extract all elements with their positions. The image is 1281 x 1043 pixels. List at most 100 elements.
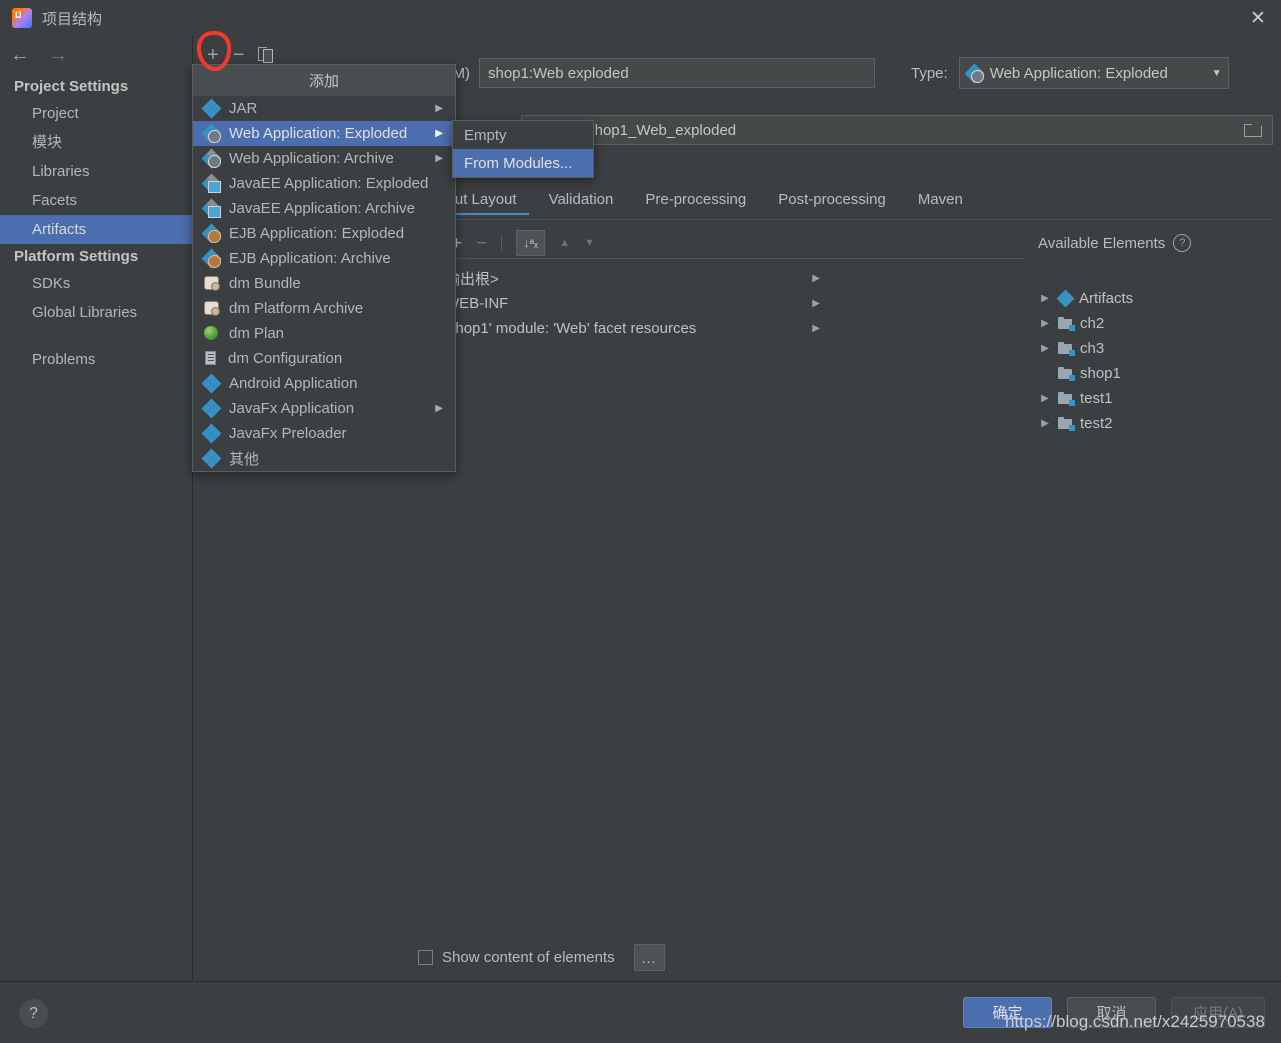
- artifact-name-input[interactable]: [479, 58, 875, 88]
- available-item-label: shop1: [1080, 365, 1121, 382]
- sidebar-item-problems[interactable]: Problems: [0, 345, 192, 374]
- available-elements-tree: ▶ Artifacts ▶ ch2 ▶ ch3 shop1 ▶ test1 ▶ …: [1038, 286, 1281, 436]
- triangle-right-icon: ▶: [435, 128, 443, 139]
- sidebar-item-artifacts[interactable]: Artifacts: [0, 215, 192, 244]
- menu-item-dm-platform-archive[interactable]: dm Platform Archive: [193, 296, 455, 321]
- triangle-right-icon[interactable]: ▶: [812, 298, 820, 309]
- menu-item-label: JavaEE Application: Exploded: [229, 175, 429, 192]
- minus-icon[interactable]: −: [233, 45, 245, 65]
- menu-item-ejb-application-archive[interactable]: EJB Application: Archive: [193, 246, 455, 271]
- list-item[interactable]: shop1: [1038, 361, 1281, 386]
- menu-item-javaee-application-exploded[interactable]: JavaEE Application: Exploded: [193, 171, 455, 196]
- triangle-right-icon[interactable]: ▶: [1038, 293, 1052, 304]
- sidebar-group-platform-settings: Platform Settings: [14, 248, 139, 265]
- add-menu-title: 添加: [193, 65, 455, 96]
- menu-item-other[interactable]: 其他: [193, 446, 455, 471]
- more-options-button[interactable]: ...: [633, 944, 665, 971]
- tree-row[interactable]: WEB-INF ▶: [425, 291, 820, 316]
- artifact-tabs: utput Layout Validation Pre-processing P…: [418, 188, 1273, 220]
- list-item[interactable]: ▶ test2: [1038, 411, 1281, 436]
- show-content-checkbox[interactable]: [418, 950, 433, 965]
- artifact-type-select[interactable]: Web Application: Exploded ▼: [958, 57, 1229, 89]
- question-circle-icon[interactable]: ?: [1173, 234, 1192, 252]
- arrow-right-icon[interactable]: →: [48, 45, 68, 65]
- submenu-item-from-modules[interactable]: From Modules...: [453, 149, 593, 177]
- plus-icon[interactable]: +: [207, 45, 219, 65]
- menu-item-label: dm Configuration: [228, 350, 343, 367]
- menu-item-label: JavaFx Preloader: [229, 425, 347, 442]
- module-folder-icon: [1058, 417, 1075, 431]
- module-folder-icon: [1058, 392, 1075, 406]
- folder-icon[interactable]: [1244, 123, 1262, 137]
- bottom-strip: [0, 1036, 1281, 1042]
- sidebar-item-project[interactable]: Project: [0, 99, 192, 128]
- module-folder-icon: [1058, 367, 1075, 381]
- submenu-item-empty[interactable]: Empty: [453, 121, 593, 149]
- triangle-right-icon[interactable]: ▶: [1038, 343, 1052, 354]
- menu-item-jar[interactable]: JAR ▶: [193, 96, 455, 121]
- toolbar-rule: [425, 258, 1025, 259]
- window-title: 项目结构: [42, 10, 103, 28]
- title-bar: 项目结构 ✕: [0, 0, 1281, 36]
- menu-item-label: JavaEE Application: Archive: [229, 200, 415, 217]
- tab-post-processing[interactable]: Post-processing: [762, 188, 902, 216]
- javaee-archive-icon: [201, 198, 222, 219]
- menu-item-ejb-application-exploded[interactable]: EJB Application: Exploded: [193, 221, 455, 246]
- tab-pre-processing[interactable]: Pre-processing: [629, 188, 762, 216]
- triangle-right-icon[interactable]: ▶: [1038, 318, 1052, 329]
- menu-item-web-application-exploded[interactable]: Web Application: Exploded ▶: [193, 121, 455, 146]
- menu-item-javafx-preloader[interactable]: JavaFx Preloader: [193, 421, 455, 446]
- tree-row[interactable]: 输出根> ▶: [425, 266, 820, 291]
- sidebar-item-global-libraries[interactable]: Global Libraries: [0, 298, 192, 327]
- menu-item-label: EJB Application: Exploded: [229, 225, 405, 242]
- help-button[interactable]: ?: [19, 999, 48, 1028]
- minus-icon: −: [476, 232, 488, 254]
- module-folder-icon: [1058, 342, 1075, 356]
- sidebar-item-sdks[interactable]: SDKs: [0, 269, 192, 298]
- menu-item-label: JAR: [229, 100, 258, 117]
- output-directory-input[interactable]: artifacts\shop1_Web_exploded: [521, 115, 1273, 145]
- dm-configuration-icon: [203, 351, 219, 366]
- menu-item-label: EJB Application: Archive: [229, 250, 391, 267]
- menu-item-dm-bundle[interactable]: dm Bundle: [193, 271, 455, 296]
- ejb-archive-icon: [201, 248, 222, 269]
- menu-item-label: dm Platform Archive: [229, 300, 364, 317]
- sidebar-item-libraries[interactable]: Libraries: [0, 157, 192, 186]
- tab-validation[interactable]: Validation: [533, 188, 630, 216]
- intellij-idea-logo: [12, 8, 32, 28]
- menu-item-label: JavaFx Application: [229, 400, 355, 417]
- triangle-right-icon: ▶: [435, 153, 443, 164]
- arrow-left-icon[interactable]: ←: [10, 45, 30, 65]
- dm-plan-icon: [203, 326, 220, 341]
- menu-item-dm-configuration[interactable]: dm Configuration: [193, 346, 455, 371]
- copy-icon[interactable]: [258, 47, 274, 63]
- triangle-right-icon[interactable]: ▶: [1038, 393, 1052, 404]
- triangle-right-icon[interactable]: ▶: [812, 273, 820, 284]
- sidebar-item-facets[interactable]: Facets: [0, 186, 192, 215]
- available-item-label: ch3: [1080, 340, 1105, 357]
- sidebar-group-project-settings: Project Settings: [14, 78, 129, 95]
- tab-maven[interactable]: Maven: [902, 188, 979, 216]
- triangle-right-icon: ▶: [435, 103, 443, 114]
- tree-row[interactable]: 'shop1' module: 'Web' facet resources ▶: [425, 316, 820, 341]
- list-item[interactable]: ▶ ch2: [1038, 311, 1281, 336]
- javafx-preloader-icon: [201, 423, 222, 444]
- triangle-right-icon[interactable]: ▶: [812, 323, 820, 334]
- menu-item-dm-plan[interactable]: dm Plan: [193, 321, 455, 346]
- ejb-exploded-icon: [201, 223, 222, 244]
- menu-item-javaee-application-archive[interactable]: JavaEE Application: Archive: [193, 196, 455, 221]
- menu-item-web-application-archive[interactable]: Web Application: Archive ▶: [193, 146, 455, 171]
- jar-icon: [201, 98, 222, 119]
- sort-az-icon[interactable]: ↓ᵃₓ: [516, 230, 546, 256]
- close-icon[interactable]: ✕: [1235, 0, 1281, 36]
- triangle-right-icon[interactable]: ▶: [1038, 418, 1052, 429]
- list-item[interactable]: ▶ test1: [1038, 386, 1281, 411]
- output-directory-value: artifacts\shop1_Web_exploded: [530, 121, 737, 139]
- menu-item-javafx-application[interactable]: JavaFx Application ▶: [193, 396, 455, 421]
- menu-item-android-application[interactable]: Android Application: [193, 371, 455, 396]
- list-item[interactable]: ▶ Artifacts: [1038, 286, 1281, 311]
- available-item-label: ch2: [1080, 315, 1105, 332]
- sidebar-item-modules[interactable]: 模块: [0, 128, 192, 157]
- list-item[interactable]: ▶ ch3: [1038, 336, 1281, 361]
- toolbar-divider: [501, 235, 503, 251]
